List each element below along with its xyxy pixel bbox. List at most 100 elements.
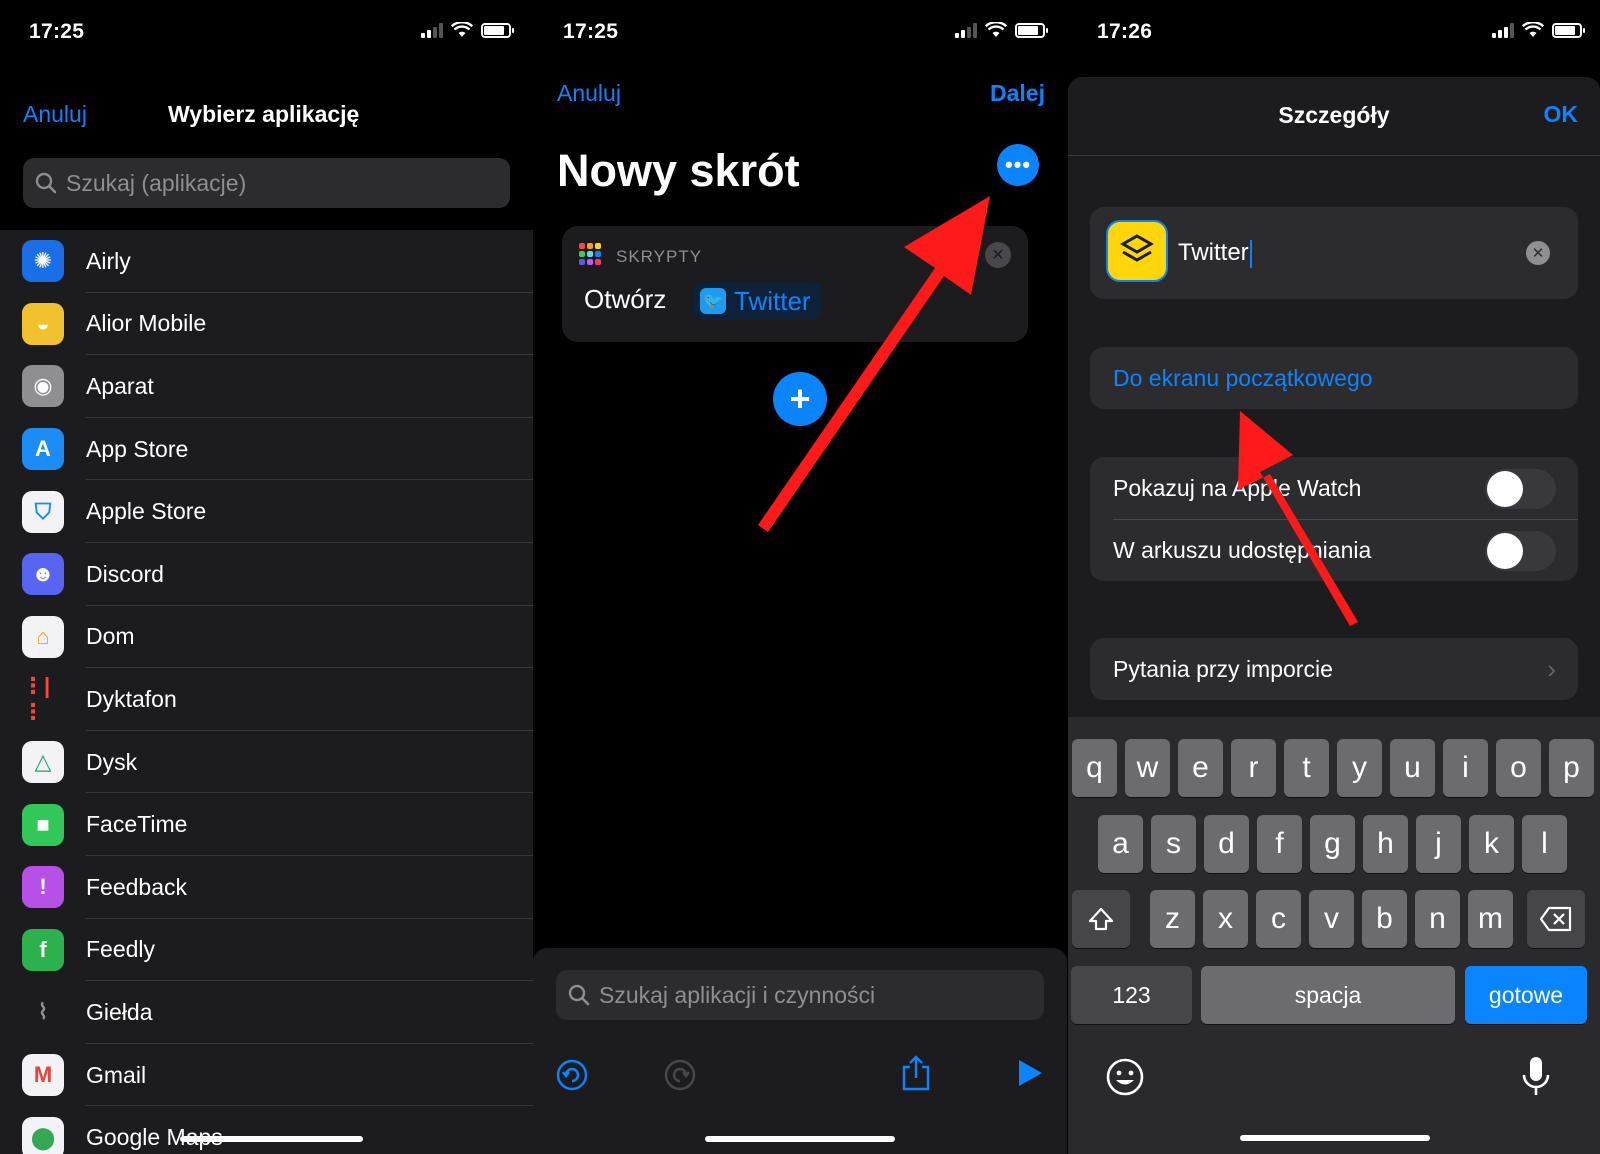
text-cursor [1249, 239, 1252, 268]
remove-action-button[interactable]: ✕ [985, 242, 1011, 268]
add-to-home-screen-button[interactable]: Do ekranu początkowego [1090, 347, 1578, 409]
shortcut-icon-button[interactable] [1106, 220, 1168, 282]
redo-icon[interactable] [663, 1058, 697, 1092]
app-list-item[interactable]: ! Feedback [0, 856, 533, 919]
status-icons [955, 22, 1048, 38]
feedly-icon: f [22, 928, 64, 971]
app-list-item[interactable]: ⬤ Google Maps [0, 1106, 533, 1154]
app-list-item[interactable]: ⛉ Apple Store [0, 480, 533, 543]
chevron-right-icon: › [1547, 653, 1556, 684]
key-n[interactable]: n [1415, 890, 1460, 948]
app-list-item[interactable]: ⋮|⋮ Dyktafon [0, 668, 533, 731]
import-questions-group: Pytania przy imporcie › [1090, 638, 1578, 700]
action-card[interactable]: SKRYPTY Otwórz 🐦 Twitter ✕ [562, 226, 1028, 342]
app-name: Alior Mobile [86, 310, 207, 337]
key-k[interactable]: k [1469, 815, 1514, 873]
key-f[interactable]: f [1257, 815, 1302, 873]
app-search-input[interactable]: Szukaj (aplikacje) [23, 158, 510, 208]
shift-icon [1088, 907, 1114, 931]
key-q[interactable]: q [1072, 739, 1117, 797]
key-w[interactable]: w [1125, 739, 1170, 797]
shortcut-name-input[interactable]: Twitter [1178, 239, 1252, 268]
ok-button[interactable]: OK [1544, 101, 1579, 128]
share-sheet-toggle[interactable] [1485, 531, 1556, 571]
app-list-item[interactable]: f Feedly [0, 919, 533, 982]
app-list-item[interactable]: ■ FaceTime [0, 793, 533, 856]
home-indicator [1240, 1135, 1430, 1141]
app-parameter-token[interactable]: 🐦 Twitter [694, 282, 821, 320]
key-b[interactable]: b [1362, 890, 1407, 948]
add-action-button[interactable]: + [773, 372, 827, 426]
show-on-watch-toggle[interactable] [1485, 469, 1556, 509]
emoji-icon[interactable] [1105, 1057, 1145, 1097]
battery-icon [1552, 22, 1585, 38]
app-parameter-label: Twitter [734, 285, 811, 316]
app-list-item[interactable]: A App Store [0, 418, 533, 481]
app-list-item[interactable]: M Gmail [0, 1044, 533, 1107]
key-o[interactable]: o [1496, 739, 1541, 797]
key-r[interactable]: r [1231, 739, 1276, 797]
facetime-icon: ■ [22, 803, 64, 846]
import-questions-row[interactable]: Pytania przy imporcie › [1090, 638, 1578, 700]
share-sheet-label: W arkuszu udostępniania [1113, 536, 1372, 563]
app-list-item[interactable]: ⌂ Dom [0, 606, 533, 669]
app-name: Apple Store [86, 498, 207, 525]
maps-icon: ⬤ [22, 1116, 64, 1154]
key-i[interactable]: i [1443, 739, 1488, 797]
app-list-item[interactable]: ☻ Discord [0, 543, 533, 606]
app-list-item[interactable]: ✺ Airly [0, 230, 533, 293]
more-options-button[interactable]: ••• [997, 144, 1039, 186]
search-placeholder: Szukaj aplikacji i czynności [599, 981, 876, 1008]
key-h[interactable]: h [1363, 815, 1408, 873]
action-verb: Otwórz [584, 284, 667, 314]
app-name: Giełda [86, 998, 153, 1025]
clear-name-button[interactable]: ✕ [1526, 241, 1550, 265]
new-shortcut-screen: 17:25 Anuluj Dalej Nowy skrót ••• SKRYPT… [533, 0, 1067, 1154]
app-name: Dysk [86, 748, 138, 775]
key-p[interactable]: p [1549, 739, 1594, 797]
show-on-watch-row: Pokazuj na Apple Watch [1090, 457, 1578, 519]
status-icons [421, 22, 514, 38]
key-j[interactable]: j [1416, 815, 1461, 873]
share-icon[interactable] [900, 1054, 932, 1092]
next-button[interactable]: Dalej [990, 80, 1045, 107]
key-e[interactable]: e [1178, 739, 1223, 797]
wifi-icon [451, 22, 473, 37]
home-indicator [705, 1136, 895, 1142]
key-l[interactable]: l [1522, 815, 1567, 873]
cancel-button[interactable]: Anuluj [557, 80, 621, 107]
signal-icon [421, 22, 443, 38]
key-z[interactable]: z [1150, 890, 1195, 948]
undo-icon[interactable] [555, 1058, 589, 1092]
shift-key[interactable] [1072, 890, 1130, 948]
key-u[interactable]: u [1390, 739, 1435, 797]
divider [1068, 155, 1600, 156]
key-c[interactable]: c [1256, 890, 1301, 948]
key-g[interactable]: g [1310, 815, 1355, 873]
app-list-item[interactable]: △ Dysk [0, 731, 533, 794]
key-t[interactable]: t [1284, 739, 1329, 797]
cancel-button[interactable]: Anuluj [23, 101, 87, 128]
actions-search-input[interactable]: Szukaj aplikacji i czynności [556, 970, 1044, 1020]
twitter-icon: 🐦 [700, 288, 726, 314]
app-list-item[interactable]: ◒ Alior Mobile [0, 293, 533, 356]
key-x[interactable]: x [1203, 890, 1248, 948]
app-list-item[interactable]: ⌇ Giełda [0, 981, 533, 1044]
microphone-icon[interactable] [1520, 1055, 1552, 1099]
play-icon[interactable] [1016, 1058, 1044, 1088]
camera-icon: ◉ [22, 365, 64, 408]
key-y[interactable]: y [1337, 739, 1382, 797]
space-key[interactable]: spacja [1201, 966, 1455, 1024]
done-key[interactable]: gotowe [1465, 966, 1587, 1024]
key-m[interactable]: m [1468, 890, 1513, 948]
key-v[interactable]: v [1309, 890, 1354, 948]
battery-icon [481, 22, 514, 38]
key-d[interactable]: d [1204, 815, 1249, 873]
app-list-item[interactable]: ◉ Aparat [0, 355, 533, 418]
numbers-key[interactable]: 123 [1071, 966, 1192, 1024]
key-a[interactable]: a [1098, 815, 1143, 873]
backspace-key[interactable] [1527, 890, 1585, 948]
share-sheet-row: W arkuszu udostępniania [1090, 519, 1578, 581]
apple-store-icon: ⛉ [22, 490, 64, 533]
key-s[interactable]: s [1151, 815, 1196, 873]
